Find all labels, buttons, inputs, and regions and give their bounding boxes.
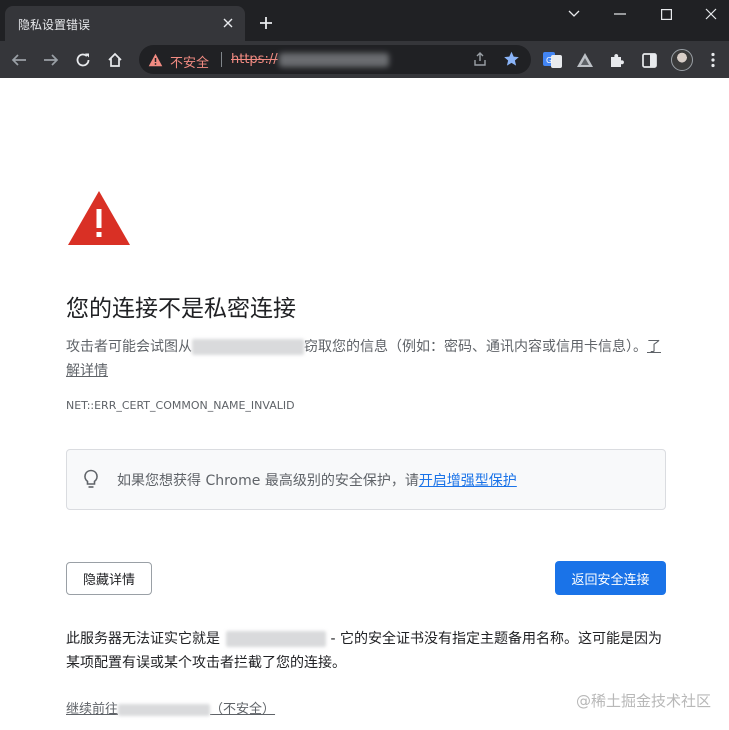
details-paragraph: 此服务器无法证实它就是 - 它的安全证书没有指定主题备用名称。这可能是因为某项配… — [66, 627, 666, 675]
error-code: NET::ERR_CERT_COMMON_NAME_INVALID — [66, 399, 295, 412]
redacted-host — [118, 703, 211, 716]
hide-details-button[interactable]: 隐藏详情 — [66, 562, 152, 595]
warning-triangle-icon — [66, 189, 132, 251]
explanation-text-cont: 窃取您的信息（例如：密码、通讯内容或信用卡信息）。 — [304, 339, 647, 355]
star-icon[interactable] — [503, 51, 520, 71]
browser-tab[interactable]: 隐私设置错误 — [5, 6, 245, 41]
tab-strip: 隐私设置错误 — [0, 0, 729, 41]
avatar[interactable] — [671, 49, 693, 71]
warning-triangle-icon[interactable] — [148, 52, 163, 71]
plus-icon[interactable] — [255, 12, 277, 34]
close-icon[interactable] — [219, 14, 237, 32]
kebab-menu-icon[interactable] — [700, 47, 726, 73]
url-scheme[interactable]: https:// — [231, 52, 278, 67]
tip-text: 如果您想获得 Chrome 最高级别的安全保护，请开启增强型保护 — [117, 470, 517, 490]
address-bar[interactable]: 不安全 https:// — [139, 45, 531, 74]
lightbulb-icon — [83, 469, 99, 493]
browser-toolbar: 不安全 https:// G — [0, 41, 729, 78]
page-title: 您的连接不是私密连接 — [66, 296, 296, 322]
watermark: @稀土掘金技术社区 — [575, 692, 711, 710]
security-status-label[interactable]: 不安全 — [170, 52, 209, 71]
proceed-text: 继续前往 — [66, 702, 119, 717]
window-close-icon[interactable] — [699, 4, 723, 24]
arrow-right-icon[interactable] — [38, 47, 64, 73]
minimize-icon[interactable] — [608, 4, 632, 24]
redacted-host — [226, 631, 326, 647]
share-icon[interactable] — [472, 51, 488, 71]
omnibox-divider — [221, 52, 222, 67]
translate-icon[interactable]: G — [540, 47, 566, 73]
interstitial-page: 您的连接不是私密连接 攻击者可能会试图从 窃取您的信息（例如：密码、通讯内容或信用… — [0, 78, 729, 730]
maximize-icon[interactable] — [654, 4, 678, 24]
proceed-unsafe-link[interactable]: 继续前往 （不安全） — [66, 698, 275, 717]
proceed-text-cont: （不安全） — [210, 702, 276, 717]
url-host-redacted[interactable] — [279, 53, 389, 67]
puzzle-icon[interactable] — [604, 47, 630, 73]
home-icon[interactable] — [102, 47, 128, 73]
explanation-text: 攻击者可能会试图从 — [66, 339, 192, 355]
redacted-host — [192, 339, 304, 355]
tab-title: 隐私设置错误 — [18, 18, 91, 32]
chevron-down-icon[interactable] — [562, 4, 586, 24]
reload-icon[interactable] — [70, 47, 96, 73]
arrow-left-icon[interactable] — [6, 47, 32, 73]
tip-text-label: 如果您想获得 Chrome 最高级别的安全保护，请 — [117, 473, 419, 489]
details-text: 此服务器无法证实它就是 — [66, 631, 220, 647]
svg-text:G: G — [546, 56, 552, 65]
enhanced-protection-link[interactable]: 开启增强型保护 — [419, 473, 517, 489]
side-panel-icon[interactable] — [636, 47, 662, 73]
explanation-paragraph: 攻击者可能会试图从 窃取您的信息（例如：密码、通讯内容或信用卡信息）。了解详情 — [66, 335, 661, 383]
triangle-logo-icon[interactable] — [572, 47, 598, 73]
enhanced-protection-tip: 如果您想获得 Chrome 最高级别的安全保护，请开启增强型保护 — [66, 449, 666, 510]
back-to-safety-button[interactable]: 返回安全连接 — [555, 561, 666, 595]
